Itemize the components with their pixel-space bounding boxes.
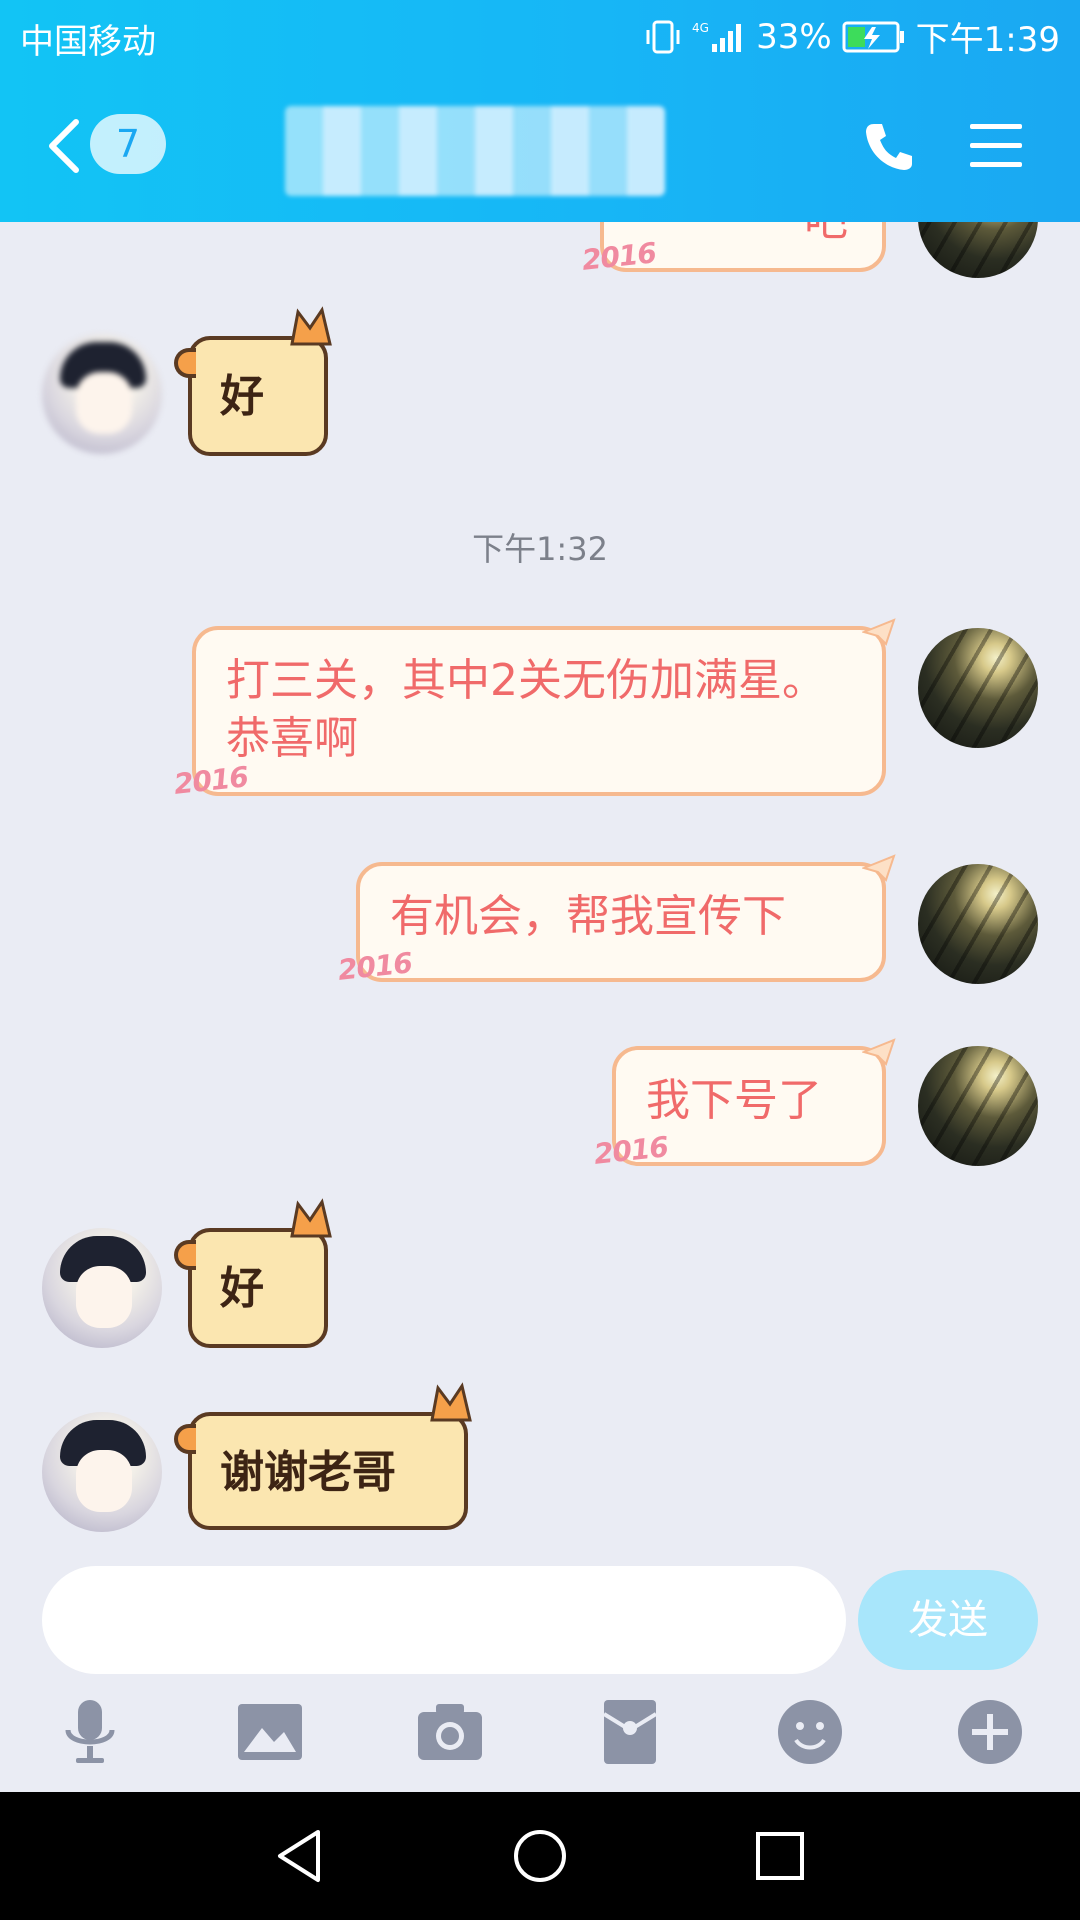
message-text: 打三关，其中2关无伤加满星。恭喜啊 — [226, 655, 826, 764]
year-badge: 2016 — [172, 760, 250, 801]
message-bubble-outgoing[interactable]: 打三关，其中2关无伤加满星。恭喜啊 2016 — [172, 618, 896, 801]
contact-avatar[interactable] — [42, 334, 162, 454]
year-badge: 2016 — [592, 1130, 670, 1171]
system-nav-bar — [0, 1792, 1080, 1920]
message-bubble-incoming[interactable]: 好 — [174, 1198, 332, 1348]
my-avatar[interactable] — [918, 222, 1038, 278]
message-bubble-incoming[interactable]: 谢谢老哥 — [174, 1382, 472, 1530]
year-badge: 2016 — [336, 946, 414, 987]
microphone-icon[interactable] — [50, 1692, 130, 1772]
message-text-partial: 吧 — [804, 222, 848, 250]
message-text: 谢谢老哥 — [220, 1447, 396, 1498]
my-avatar[interactable] — [918, 1046, 1038, 1166]
red-packet-icon[interactable] — [590, 1692, 670, 1772]
toolbar — [0, 1692, 1080, 1782]
chat-header: 7 — [0, 74, 1080, 222]
nav-home-icon[interactable] — [510, 1826, 570, 1886]
network-type: 4G — [692, 21, 709, 35]
message-bubble-incoming[interactable]: 好 — [174, 306, 332, 456]
message-text: 好 — [220, 1263, 264, 1314]
battery-percent: 33% — [756, 16, 832, 57]
carrier-label: 中国移动 — [20, 22, 156, 62]
title-bar: 中国移动 4G 33% 下午1:39 7 — [0, 0, 1080, 222]
paper-plane-icon — [862, 854, 896, 882]
message-text: 好 — [220, 371, 264, 422]
emoji-icon[interactable] — [770, 1692, 850, 1772]
cat-ears-icon — [290, 306, 332, 346]
time-separator: 下午1:32 — [472, 530, 608, 568]
message-bubble-outgoing[interactable]: 我下号了 2016 — [592, 1038, 896, 1171]
paper-plane-icon — [862, 1038, 896, 1066]
cat-ears-icon — [430, 1382, 472, 1422]
year-badge: 2016 — [580, 236, 658, 277]
cat-ears-icon — [290, 1198, 332, 1238]
my-avatar[interactable] — [918, 864, 1038, 984]
message-text: 我下号了 — [646, 1075, 822, 1126]
send-button[interactable]: 发送 — [858, 1570, 1038, 1670]
input-bar: 发送 — [0, 1562, 1080, 1792]
paper-plane-icon — [862, 618, 896, 646]
image-icon[interactable] — [230, 1692, 310, 1772]
unread-count-badge[interactable]: 7 — [90, 114, 166, 174]
status-indicators: 4G 33% 下午1:39 — [644, 12, 1060, 61]
message-text: 有机会，帮我宣传下 — [390, 891, 786, 942]
nav-recents-icon[interactable] — [750, 1826, 810, 1886]
message-list[interactable]: 吧 2016 好 下午1:32 打三关，其中2关无伤加满星。恭喜啊 2016 有… — [0, 222, 1080, 1562]
back-icon[interactable] — [44, 116, 84, 176]
message-bubble-outgoing[interactable]: 有机会，帮我宣传下 2016 — [336, 854, 896, 987]
menu-icon[interactable] — [968, 120, 1024, 172]
clock: 下午1:39 — [915, 20, 1060, 60]
phone-call-icon[interactable] — [860, 118, 916, 174]
my-avatar[interactable] — [918, 628, 1038, 748]
contact-name-redacted — [285, 106, 665, 196]
battery-charging-icon — [842, 21, 904, 52]
contact-avatar[interactable] — [42, 1412, 162, 1532]
nav-back-icon[interactable] — [270, 1826, 330, 1886]
message-bubble-partial[interactable]: 吧 2016 — [580, 222, 886, 277]
status-bar: 中国移动 4G 33% 下午1:39 — [0, 0, 1080, 74]
more-plus-icon[interactable] — [950, 1692, 1030, 1772]
vibrate-icon — [646, 20, 680, 53]
camera-icon[interactable] — [410, 1692, 490, 1772]
signal-icon: 4G — [692, 21, 742, 52]
message-input[interactable] — [42, 1566, 846, 1674]
contact-avatar[interactable] — [42, 1228, 162, 1348]
